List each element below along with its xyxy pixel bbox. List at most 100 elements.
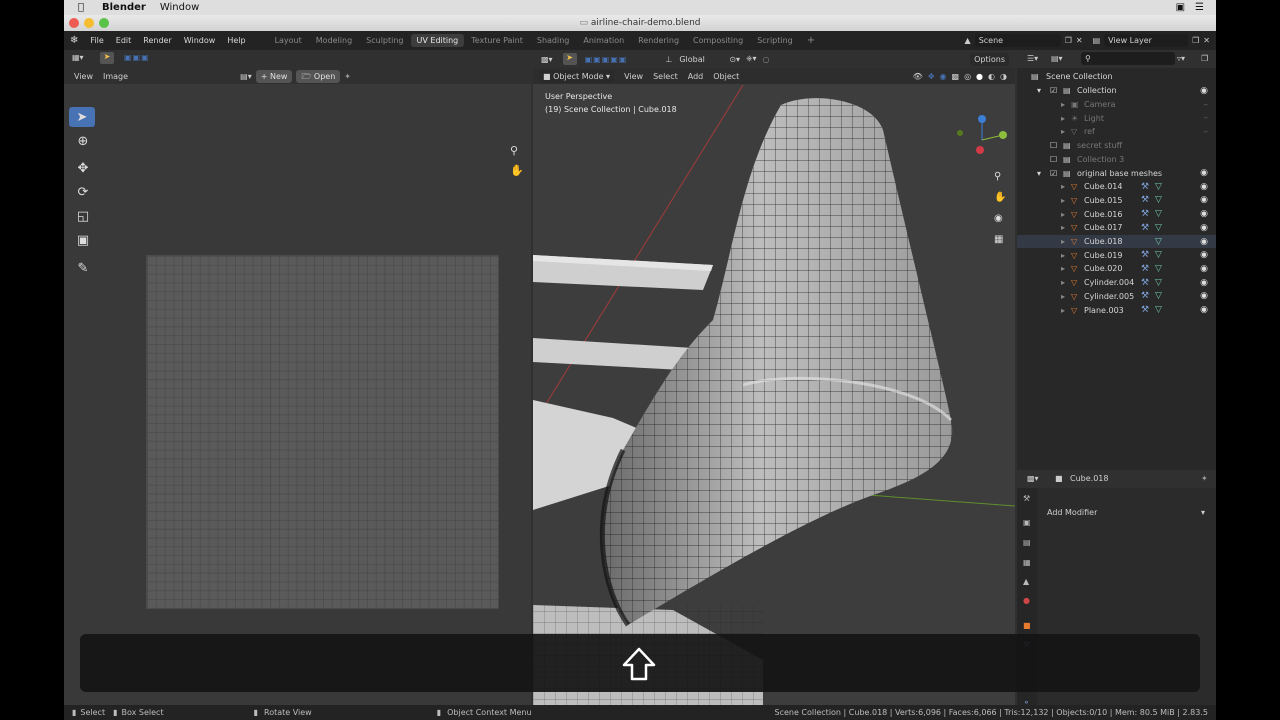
tab-uv-editing[interactable]: UV Editing: [410, 34, 465, 47]
snap-icon[interactable]: ⎈▾: [746, 54, 756, 64]
menu-edit[interactable]: Edit: [110, 36, 138, 45]
tab-rendering[interactable]: Rendering: [631, 36, 686, 45]
solid-shading-icon[interactable]: ●: [976, 72, 983, 81]
viewport-scene[interactable]: [533, 50, 1015, 720]
outliner-item-secret-stuff[interactable]: ☐ ▤ secret stuff: [1017, 139, 1216, 153]
outliner-search-input[interactable]: ⚲: [1081, 52, 1175, 65]
menu-list-icon[interactable]: ☰: [1195, 2, 1204, 13]
viewport-pan-icon[interactable]: ✋: [994, 187, 1006, 208]
new-collection-icon[interactable]: ❐: [1201, 54, 1208, 63]
tool-select-box-icon[interactable]: ➤: [69, 107, 95, 127]
window-menu[interactable]: Window: [160, 2, 199, 13]
view-layer-tab-icon[interactable]: ▦: [1023, 558, 1031, 567]
outliner-item-cylinder-004[interactable]: ▸ ▽ Cylinder.004 ⚒ ▽ ◉: [1017, 276, 1216, 290]
filter-icon[interactable]: ▿▾: [1177, 54, 1185, 63]
properties-editor-type-icon[interactable]: ▩▾: [1027, 474, 1039, 483]
mesh-data-icon[interactable]: ▽: [1155, 278, 1162, 288]
visibility-eye-icon[interactable]: ◉: [1200, 182, 1208, 192]
tool-move-icon[interactable]: ✥: [70, 158, 96, 178]
remove-view-layer-icon[interactable]: ✕: [1203, 36, 1210, 45]
selection-mode-icons[interactable]: ▣▣▣: [124, 53, 150, 62]
tab-sculpting[interactable]: Sculpting: [359, 36, 410, 45]
xray-icon[interactable]: ▩: [952, 72, 960, 81]
expand-chevron-icon[interactable]: ▸: [1061, 278, 1065, 287]
tool-scale-icon[interactable]: ◱: [70, 206, 96, 226]
mesh-data-icon[interactable]: ▽: [1155, 250, 1162, 260]
tool-rotate-icon[interactable]: ⟳: [70, 182, 96, 202]
image-browse-icon[interactable]: ▤▾: [240, 72, 252, 81]
object-tab-icon[interactable]: ■: [1023, 621, 1031, 630]
viewport-selection-mode-icons[interactable]: ▣▣▣▣▣: [585, 55, 628, 64]
visibility-eye-icon[interactable]: ◉: [1200, 264, 1208, 274]
options-dropdown[interactable]: Options: [970, 52, 1009, 66]
modifier-icon[interactable]: ⚒: [1141, 305, 1149, 315]
properties-pin-icon[interactable]: ✦: [1201, 474, 1208, 483]
add-workspace-icon[interactable]: +: [800, 35, 822, 46]
visibility-eye-icon[interactable]: –: [1204, 127, 1209, 137]
view-layer-selector[interactable]: View Layer: [1104, 34, 1189, 47]
scene-tab-icon[interactable]: ▲: [1023, 577, 1029, 586]
modifier-icon[interactable]: ⚒: [1141, 264, 1149, 274]
render-tab-icon[interactable]: ▣: [1023, 518, 1031, 527]
exclude-checkbox[interactable]: ☑: [1050, 169, 1057, 178]
tool-tab-icon[interactable]: ⚒: [1023, 494, 1030, 503]
viewport-menu-view[interactable]: View: [624, 72, 643, 81]
expand-chevron-icon[interactable]: ▾: [1037, 86, 1041, 95]
viewport-menu-add[interactable]: Add: [688, 72, 704, 81]
expand-chevron-icon[interactable]: ▸: [1061, 223, 1065, 232]
overlays-icon[interactable]: ◉: [940, 72, 947, 81]
outliner-item-cylinder-005[interactable]: ▸ ▽ Cylinder.005 ⚒ ▽ ◉: [1017, 290, 1216, 304]
outliner-item-cube-015[interactable]: ▸ ▽ Cube.015 ⚒ ▽ ◉: [1017, 194, 1216, 208]
tab-modeling[interactable]: Modeling: [309, 36, 359, 45]
viewport-editor-type-icon[interactable]: ▩▾: [541, 55, 553, 64]
outliner-item-cube-014[interactable]: ▸ ▽ Cube.014 ⚒ ▽ ◉: [1017, 180, 1216, 194]
menu-render[interactable]: Render: [137, 36, 177, 45]
visibility-eye-icon[interactable]: ◉: [1200, 223, 1208, 233]
outliner-root[interactable]: ▤ Scene Collection: [1017, 70, 1216, 84]
viewport-menu-select[interactable]: Select: [653, 72, 678, 81]
tool-cursor-icon[interactable]: ⊕: [70, 131, 96, 151]
modifier-icon[interactable]: ⚒: [1141, 195, 1149, 205]
open-image-button[interactable]: 🗁 Open: [296, 69, 341, 83]
viewport-select-tool-icon[interactable]: ➤: [562, 53, 577, 65]
viewport-menu-object[interactable]: Object: [713, 72, 739, 81]
visibility-eye-icon[interactable]: ◉: [1200, 305, 1208, 315]
app-menu[interactable]: Blender: [102, 2, 146, 13]
tab-compositing[interactable]: Compositing: [686, 36, 750, 45]
expand-chevron-icon[interactable]: ▸: [1061, 182, 1065, 191]
expand-chevron-icon[interactable]: ▸: [1061, 264, 1065, 273]
add-modifier-dropdown[interactable]: Add Modifier ▾: [1043, 506, 1209, 519]
tab-shading[interactable]: Shading: [530, 36, 577, 45]
display-mode-icon[interactable]: ▤▾: [1051, 54, 1063, 63]
modifier-icon[interactable]: ⚒: [1141, 182, 1149, 192]
minimize-window-icon[interactable]: [84, 18, 94, 28]
visibility-eye-icon[interactable]: ◉: [1200, 291, 1208, 301]
expand-chevron-icon[interactable]: ▸: [1061, 114, 1065, 123]
outliner-item-cube-017[interactable]: ▸ ▽ Cube.017 ⚒ ▽ ◉: [1017, 221, 1216, 235]
tab-scripting[interactable]: Scripting: [750, 36, 800, 45]
mesh-data-icon[interactable]: ▽: [1155, 182, 1162, 192]
expand-chevron-icon[interactable]: ▸: [1061, 196, 1065, 205]
visibility-eye-icon[interactable]: ◉: [1200, 86, 1208, 96]
uv-menu-view[interactable]: View: [74, 72, 93, 81]
expand-chevron-icon[interactable]: ▸: [1061, 306, 1065, 315]
outliner-item-cube-018[interactable]: ▸ ▽ Cube.018 ▽ ◉: [1017, 234, 1216, 249]
material-shading-icon[interactable]: ◐: [988, 72, 995, 81]
exclude-checkbox[interactable]: ☐: [1050, 141, 1057, 150]
expand-chevron-icon[interactable]: ▸: [1061, 127, 1065, 136]
mesh-data-icon[interactable]: ▽: [1155, 291, 1162, 301]
modifier-icon[interactable]: ⚒: [1141, 291, 1149, 301]
tab-texture-paint[interactable]: Texture Paint: [464, 36, 530, 45]
visibility-eye-icon[interactable]: –: [1204, 100, 1209, 110]
scene-selector[interactable]: Scene: [974, 34, 1061, 47]
tab-layout[interactable]: Layout: [268, 36, 309, 45]
menu-window[interactable]: Window: [178, 36, 222, 45]
select-tool-icon[interactable]: ➤: [100, 52, 114, 64]
ortho-toggle-icon[interactable]: ▦: [994, 229, 1006, 250]
expand-chevron-icon[interactable]: ▸: [1061, 251, 1065, 260]
new-scene-icon[interactable]: ❐: [1065, 36, 1072, 45]
close-window-icon[interactable]: [69, 18, 79, 28]
new-image-button[interactable]: + New: [255, 69, 293, 83]
camera-view-icon[interactable]: ◉: [994, 208, 1006, 229]
wireframe-shading-icon[interactable]: ◎: [964, 72, 971, 81]
